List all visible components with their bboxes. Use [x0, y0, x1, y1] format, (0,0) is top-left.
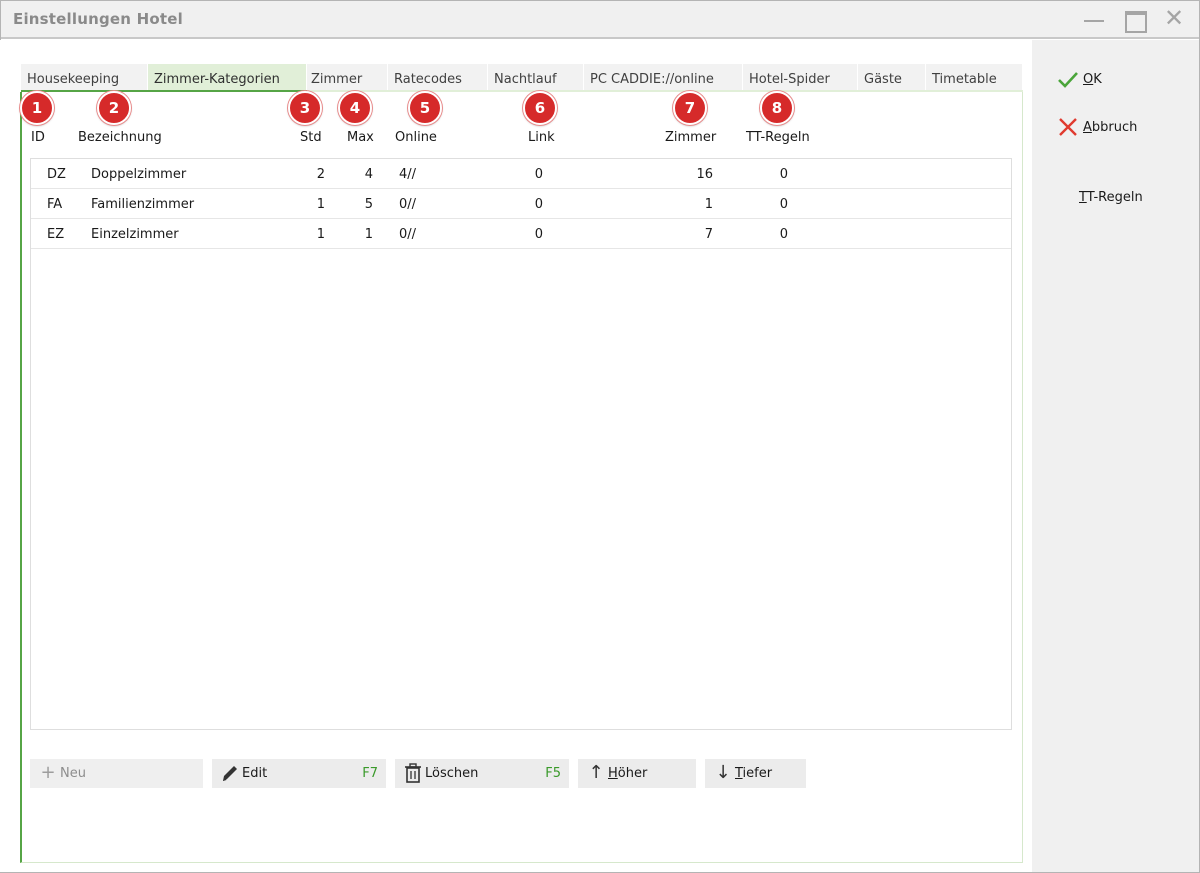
tt-regeln-mnemonic: T: [1079, 190, 1087, 205]
cell-max: 5: [364, 197, 373, 212]
cell-bezeichnung: Familienzimmer: [91, 197, 195, 212]
annotation-badge-7: 7: [673, 91, 707, 125]
tab-nachtlauf[interactable]: Nachtlauf: [488, 64, 584, 91]
annotation-badge-2: 2: [97, 91, 131, 125]
cell-std: 1: [316, 197, 325, 212]
minimize-icon[interactable]: [1082, 9, 1106, 31]
edit-hotkey: F7: [362, 766, 378, 781]
edit-button-label: Edit: [242, 766, 268, 781]
tab-timetable[interactable]: Timetable: [926, 64, 1023, 91]
move-up-button[interactable]: ↑ Höher: [578, 759, 696, 788]
tab-housekeeping[interactable]: Housekeeping: [21, 64, 148, 91]
tab-bar: Housekeeping Zimmer-Kategorien Zimmer Ra…: [21, 64, 1023, 91]
ok-label-rest: K: [1093, 72, 1102, 87]
ok-button-label: OK: [1083, 72, 1102, 87]
column-header-tt-regeln[interactable]: TT-Regeln: [746, 130, 810, 145]
move-down-button[interactable]: ↓ Tiefer: [705, 759, 806, 788]
new-button[interactable]: + Neu: [30, 759, 203, 788]
cell-max: 4: [364, 167, 373, 182]
cell-online: 0//: [399, 197, 417, 212]
move-down-label-rest: iefer: [742, 766, 773, 781]
annotation-badge-4: 4: [338, 91, 372, 125]
cell-tt-regeln: 0: [779, 197, 788, 212]
cell-online: 4//: [399, 167, 417, 182]
cell-zimmer: 7: [704, 227, 713, 242]
ok-button[interactable]: OK: [1057, 72, 1157, 92]
cell-bezeichnung: Doppelzimmer: [91, 167, 187, 182]
delete-hotkey: F5: [545, 766, 561, 781]
cross-icon: [1057, 116, 1079, 138]
column-header-link[interactable]: Link: [528, 130, 555, 145]
cell-link: 0: [534, 197, 543, 212]
column-header-zimmer[interactable]: Zimmer: [665, 130, 716, 145]
arrow-down-icon: ↓: [715, 762, 731, 783]
cell-link: 0: [534, 227, 543, 242]
move-up-button-label: Höher: [608, 766, 647, 781]
tab-zimmer-kategorien[interactable]: Zimmer-Kategorien: [148, 64, 307, 91]
close-icon[interactable]: ✕: [1164, 6, 1188, 30]
column-header-id[interactable]: ID: [31, 130, 45, 145]
table-row[interactable]: FA Familienzimmer 1 5 0// 0 1 0: [31, 189, 1011, 219]
edit-button[interactable]: Edit F7: [212, 759, 386, 788]
cell-zimmer: 1: [704, 197, 713, 212]
table-row[interactable]: DZ Doppelzimmer 2 4 4// 0 16 0: [31, 159, 1011, 189]
annotation-badge-8: 8: [760, 91, 794, 125]
maximize-icon[interactable]: [1123, 9, 1147, 33]
annotation-badge-5: 5: [408, 91, 442, 125]
pencil-icon: [220, 762, 240, 784]
cell-std: 1: [316, 227, 325, 242]
tab-ratecodes[interactable]: Ratecodes: [388, 64, 488, 91]
tab-zimmer[interactable]: Zimmer: [305, 64, 388, 91]
column-header-online[interactable]: Online: [395, 130, 437, 145]
annotation-badge-6: 6: [523, 91, 557, 125]
delete-button-label: Löschen: [425, 766, 479, 781]
trash-icon: [403, 762, 423, 784]
new-button-label: Neu: [60, 766, 86, 781]
cell-std: 2: [316, 167, 325, 182]
move-down-button-label: Tiefer: [735, 766, 772, 781]
cell-zimmer: 16: [696, 167, 713, 182]
cell-id: FA: [47, 197, 63, 212]
cell-max: 1: [364, 227, 373, 242]
cell-tt-regeln: 0: [779, 227, 788, 242]
annotation-badge-3: 3: [288, 91, 322, 125]
cancel-button-label: Abbruch: [1083, 120, 1137, 135]
check-icon: [1057, 68, 1079, 90]
tab-hotel-spider[interactable]: Hotel-Spider: [743, 64, 858, 91]
cancel-label-rest: bbruch: [1091, 120, 1138, 135]
cancel-mnemonic: A: [1083, 120, 1092, 135]
move-up-mnemonic: H: [608, 766, 618, 781]
move-up-label-rest: öher: [617, 766, 648, 781]
ok-mnemonic: O: [1083, 72, 1094, 87]
cell-id: DZ: [47, 167, 66, 182]
window-title: Einstellungen Hotel: [13, 10, 183, 28]
cancel-button[interactable]: Abbruch: [1057, 118, 1167, 140]
delete-button[interactable]: Löschen F5: [395, 759, 569, 788]
tt-regeln-button-label: TT-Regeln: [1079, 190, 1143, 205]
arrow-up-icon: ↑: [588, 762, 604, 783]
annotation-badge-1: 1: [20, 91, 54, 125]
move-down-mnemonic: T: [735, 766, 743, 781]
tab-gaeste[interactable]: Gäste: [858, 64, 926, 91]
tab-pc-caddie-online[interactable]: PC CADDIE://online: [584, 64, 743, 91]
cell-online: 0//: [399, 227, 417, 242]
cell-id: EZ: [47, 227, 65, 242]
title-bar: Einstellungen Hotel ✕: [1, 1, 1199, 39]
cell-link: 0: [534, 167, 543, 182]
cell-tt-regeln: 0: [779, 167, 788, 182]
cell-bezeichnung: Einzelzimmer: [91, 227, 179, 242]
action-panel: [1032, 40, 1199, 872]
tt-regeln-label-rest: T-Regeln: [1086, 190, 1143, 205]
table-row[interactable]: EZ Einzelzimmer 1 1 0// 0 7 0: [31, 219, 1011, 249]
column-header-bezeichnung[interactable]: Bezeichnung: [78, 130, 162, 145]
column-header-max[interactable]: Max: [347, 130, 374, 145]
plus-icon: +: [40, 762, 56, 783]
column-header-std[interactable]: Std: [300, 130, 322, 145]
category-list[interactable]: DZ Doppelzimmer 2 4 4// 0 16 0 FA Famili…: [30, 158, 1012, 730]
tt-regeln-button[interactable]: TT-Regeln: [1053, 190, 1163, 210]
